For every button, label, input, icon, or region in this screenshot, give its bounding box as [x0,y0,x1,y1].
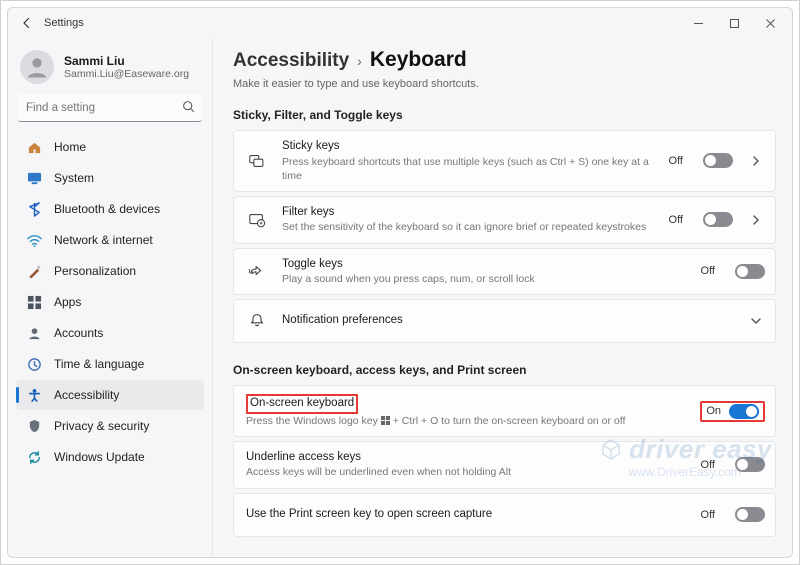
row-sub: Play a sound when you press caps, num, o… [282,272,687,286]
nav-list: Home System Bluetooth & devices Network … [14,132,206,472]
bluetooth-icon [26,201,42,217]
sidebar-item-home[interactable]: Home [16,132,204,162]
sidebar-item-label: Time & language [54,357,144,371]
toggle-underline-access-keys[interactable] [735,457,765,472]
minimize-button[interactable] [680,10,716,36]
chevron-right-icon: › [357,53,362,69]
row-title: Use the Print screen key to open screen … [246,507,687,523]
sidebar: Sammi Liu Sammi.Liu@Easeware.org Home Sy… [8,38,213,557]
search-input[interactable] [18,94,202,122]
sidebar-item-system[interactable]: System [16,163,204,193]
sidebar-item-label: Accessibility [54,388,119,402]
toggle-keys-icon [246,260,268,282]
toggle-toggle-keys[interactable] [735,264,765,279]
section-heading-keys: Sticky, Filter, and Toggle keys [233,108,776,122]
sidebar-item-accounts[interactable]: Accounts [16,318,204,348]
windows-update-icon [26,449,42,465]
row-print-screen[interactable]: Use the Print screen key to open screen … [233,493,776,537]
row-notification-preferences[interactable]: Notification preferences [233,299,776,343]
row-filter-keys[interactable]: Filter keys Set the sensitivity of the k… [233,196,776,244]
sidebar-item-time[interactable]: Time & language [16,349,204,379]
accounts-icon [26,325,42,341]
sidebar-item-windows-update[interactable]: Windows Update [16,442,204,472]
main-panel: Accessibility › Keyboard Make it easier … [213,38,792,557]
bell-icon [246,310,268,332]
windows-logo-icon [381,416,390,425]
chevron-down-icon[interactable] [747,316,765,326]
sidebar-item-accessibility[interactable]: Accessibility [16,380,204,410]
privacy-icon [26,418,42,434]
sidebar-item-apps[interactable]: Apps [16,287,204,317]
sidebar-item-label: Accounts [54,326,103,340]
row-title: Sticky keys [282,139,655,155]
row-onscreen-keyboard[interactable]: On-screen keyboard Press the Windows log… [233,385,776,437]
toggle-sticky-keys[interactable] [703,153,733,168]
sidebar-item-label: Network & internet [54,233,153,247]
sidebar-item-label: Bluetooth & devices [54,202,160,216]
highlight-onscreen-toggle: On [700,401,765,422]
back-button[interactable] [16,12,38,34]
row-sub: Press keyboard shortcuts that use multip… [282,155,655,183]
profile-block[interactable]: Sammi Liu Sammi.Liu@Easeware.org [14,44,206,94]
row-state: Off [701,265,715,277]
row-title: Underline access keys [246,450,687,466]
breadcrumb-current: Keyboard [370,48,467,72]
page-subtitle: Make it easier to type and use keyboard … [233,78,776,90]
sidebar-item-bluetooth[interactable]: Bluetooth & devices [16,194,204,224]
sticky-keys-icon [246,150,268,172]
filter-keys-icon [246,209,268,231]
row-sub: Press the Windows logo key + Ctrl + O to… [246,414,686,428]
apps-icon [26,294,42,310]
system-icon [26,170,42,186]
row-state: Off [669,214,683,226]
sidebar-item-label: System [54,171,94,185]
sidebar-item-privacy[interactable]: Privacy & security [16,411,204,441]
profile-email: Sammi.Liu@Easeware.org [64,68,189,81]
sidebar-item-label: Windows Update [54,450,145,464]
row-state: Off [669,155,683,167]
row-underline-access-keys[interactable]: Underline access keys Access keys will b… [233,441,776,489]
home-icon [26,139,42,155]
avatar [20,50,54,84]
row-sub: Set the sensitivity of the keyboard so i… [282,220,655,234]
close-button[interactable] [752,10,788,36]
maximize-button[interactable] [716,10,752,36]
highlight-onscreen-title: On-screen keyboard [246,394,358,414]
sidebar-item-personalization[interactable]: Personalization [16,256,204,286]
time-icon [26,356,42,372]
row-title: On-screen keyboard [246,394,686,414]
row-sticky-keys[interactable]: Sticky keys Press keyboard shortcuts tha… [233,130,776,192]
row-state: Off [701,509,715,521]
personalization-icon [26,263,42,279]
breadcrumb: Accessibility › Keyboard [233,48,776,72]
profile-name: Sammi Liu [64,54,189,68]
toggle-onscreen-keyboard[interactable] [729,404,759,419]
row-title: Toggle keys [282,257,687,273]
toggle-print-screen[interactable] [735,507,765,522]
row-state: Off [701,459,715,471]
sidebar-item-label: Personalization [54,264,136,278]
toggle-filter-keys[interactable] [703,212,733,227]
breadcrumb-parent[interactable]: Accessibility [233,50,349,72]
row-title: Filter keys [282,205,655,221]
network-icon [26,232,42,248]
section-heading-onscreen: On-screen keyboard, access keys, and Pri… [233,363,776,377]
row-toggle-keys[interactable]: Toggle keys Play a sound when you press … [233,248,776,296]
window-title: Settings [44,17,84,29]
accessibility-icon [26,387,42,403]
search-icon [182,100,195,116]
sidebar-item-label: Privacy & security [54,419,149,433]
row-sub: Access keys will be underlined even when… [246,465,687,479]
search-field[interactable] [18,94,202,122]
chevron-right-icon[interactable] [747,156,765,166]
sidebar-item-label: Apps [54,295,81,309]
row-state: On [706,405,721,417]
sidebar-item-label: Home [54,140,86,154]
sidebar-item-network[interactable]: Network & internet [16,225,204,255]
row-title: Notification preferences [282,313,733,329]
chevron-right-icon[interactable] [747,215,765,225]
